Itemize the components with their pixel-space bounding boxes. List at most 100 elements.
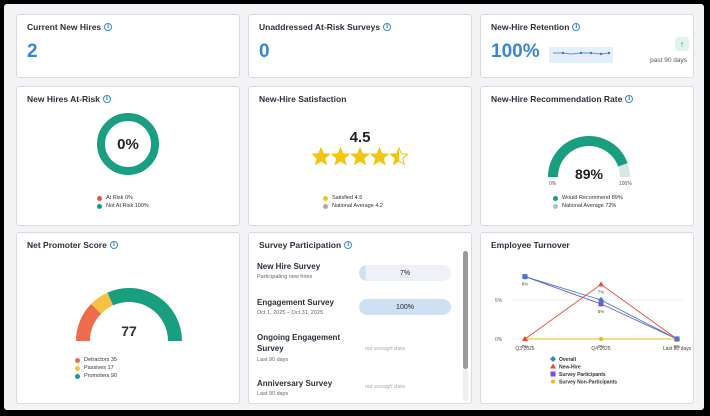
nps-card[interactable]: Net Promoter Score i 77 Detractors 35 Pas… <box>16 232 240 404</box>
chart-point <box>550 363 556 369</box>
participation-bar: 100% <box>359 299 451 315</box>
retention-period: past 90 days <box>650 57 687 64</box>
at-risk-card[interactable]: New Hires At-Risk i 0% At Risk 0% Not At … <box>16 86 240 226</box>
satisfaction-score: 4.5 <box>349 129 371 146</box>
y-tick-label: 5% <box>495 298 503 304</box>
participation-value: 7% <box>399 269 411 277</box>
legend-label: National Average 72% <box>562 203 617 209</box>
card-title: Current New Hires <box>27 22 102 32</box>
info-icon[interactable]: i <box>572 23 581 31</box>
chart-point <box>550 371 556 377</box>
gauge-max-label: 100% <box>619 181 632 187</box>
at-risk-legend: At Risk 0% Not At Risk 100% <box>97 195 149 211</box>
gauge-min-label: 0% <box>549 181 557 187</box>
point-label: 7% <box>598 289 605 294</box>
legend-swatch <box>553 203 558 209</box>
legend-label: Survey Non-Participants <box>559 380 617 386</box>
info-icon[interactable]: i <box>102 95 111 103</box>
turnover-chart: 0%5%Q3 2025 Q4 2025 Last 90 days8%0%7%5%0%… <box>495 273 692 386</box>
legend-swatch <box>75 357 80 363</box>
legend-swatch <box>97 195 102 201</box>
survey-name: Engagement Survey <box>257 298 334 307</box>
participation-empty: not enough data <box>365 384 405 390</box>
participation-value: 100% <box>396 303 414 311</box>
arrow-up-icon: ↑ <box>675 37 689 51</box>
survey-sub: Last 90 days <box>257 391 289 397</box>
satisfaction-card[interactable]: New-Hire Satisfaction 4.5 Satisfied 4.5 … <box>248 86 472 226</box>
nps-segment <box>107 288 182 342</box>
current-new-hires-card[interactable]: Current New Hires i 2 <box>16 14 240 78</box>
card-title: New-Hire Retention <box>491 22 570 32</box>
legend-swatch <box>323 195 328 201</box>
participation-card[interactable]: Survey Participation i New Hire Survey Pa… <box>248 232 472 404</box>
star-icon <box>389 147 409 166</box>
chart-point <box>551 379 555 384</box>
chart-point <box>550 356 556 362</box>
participation-empty: not enough data <box>365 346 405 352</box>
star-icon <box>369 147 390 166</box>
scrollbar-thumb[interactable] <box>463 251 468 369</box>
legend-label: Passives 17 <box>84 365 114 371</box>
point-label: 8% <box>522 282 529 287</box>
point-label: 0% <box>598 344 605 349</box>
survey-sub: Last 90 days <box>257 357 289 363</box>
info-icon[interactable]: i <box>344 241 353 249</box>
dashboard: Current New Hires i 2 Unaddressed At-Risk… <box>4 4 704 410</box>
legend-label: At Risk 0% <box>106 195 133 201</box>
star-icon <box>311 147 331 166</box>
rating-stars <box>311 147 409 166</box>
legend-swatch <box>553 195 558 201</box>
at-risk-donut: 0% <box>97 113 159 175</box>
legend-swatch <box>97 203 102 209</box>
survey-name: Anniversary Survey <box>257 379 333 388</box>
current-new-hires-value: 2 <box>27 41 38 62</box>
chart-point <box>522 336 528 341</box>
unaddressed-surveys-card[interactable]: Unaddressed At-Risk Surveys i 0 <box>248 14 472 78</box>
sparkline-band <box>549 47 613 63</box>
card-title: Unaddressed At-Risk Surveys <box>259 22 381 32</box>
survey-sub: Oct 1, 2025 – Oct 31, 2025 <box>257 310 324 316</box>
recommendation-gauge: 89% 0% 100% <box>548 136 632 187</box>
info-icon[interactable]: i <box>109 241 118 249</box>
recommendation-card[interactable]: New-Hire Recommendation Rate i 89% 0% 100… <box>480 86 694 226</box>
y-tick-label: 0% <box>495 337 503 343</box>
point-label: 5% <box>598 309 605 314</box>
card-title: New-Hire Recommendation Rate <box>491 94 623 104</box>
nps-segment <box>76 303 102 342</box>
info-icon[interactable]: i <box>104 23 113 31</box>
turnover-card[interactable]: Employee Turnover 0% 5% Q3 2025 Q4 2025 Last… <box>480 232 694 404</box>
card-title: Net Promoter Score <box>27 240 107 250</box>
legend-label: Satisfied 4.5 <box>332 195 363 201</box>
retention-card[interactable]: New-Hire Retention i 100% ↑ past 90 days <box>480 14 694 78</box>
satisfaction-legend: Satisfied 4.5 National Average 4.2 <box>323 195 383 211</box>
legend-label: Survey Participants <box>559 372 606 378</box>
star-icon <box>350 147 370 166</box>
nps-legend: Detractors 35 Passives 17 Promoters 90 <box>75 357 117 381</box>
survey-name: Ongoing Engagement Survey <box>257 333 341 353</box>
recommendation-value: 89% <box>575 166 604 182</box>
legend-label: Detractors 35 <box>84 357 118 363</box>
card-title: Survey Participation <box>259 240 342 250</box>
legend-label: Not At Risk 100% <box>106 203 149 209</box>
star-icon <box>330 147 351 166</box>
card-title: New Hires At-Risk <box>27 94 100 104</box>
legend-swatch <box>75 365 80 371</box>
legend-label: Would Recommend 89% <box>562 195 623 201</box>
survey-sub: Participating new hires <box>257 274 313 280</box>
legend-label: National Average 4.2 <box>332 203 383 209</box>
unaddressed-value: 0 <box>259 41 270 62</box>
info-icon[interactable]: i <box>625 95 634 103</box>
nps-segment <box>91 292 114 314</box>
info-icon[interactable]: i <box>383 23 392 31</box>
at-risk-center-value: 0% <box>117 136 139 153</box>
chart-point <box>598 281 604 287</box>
chart-point <box>599 337 603 341</box>
legend-label: Promoters 90 <box>84 373 118 379</box>
legend-swatch <box>323 203 328 209</box>
nps-gauge: 77 <box>76 288 182 342</box>
scrollbar-track[interactable] <box>463 251 468 401</box>
card-title: New-Hire Satisfaction <box>259 94 347 104</box>
point-label: 0% <box>522 344 529 349</box>
legend-swatch <box>75 373 80 379</box>
legend-label: Overall <box>559 357 577 363</box>
